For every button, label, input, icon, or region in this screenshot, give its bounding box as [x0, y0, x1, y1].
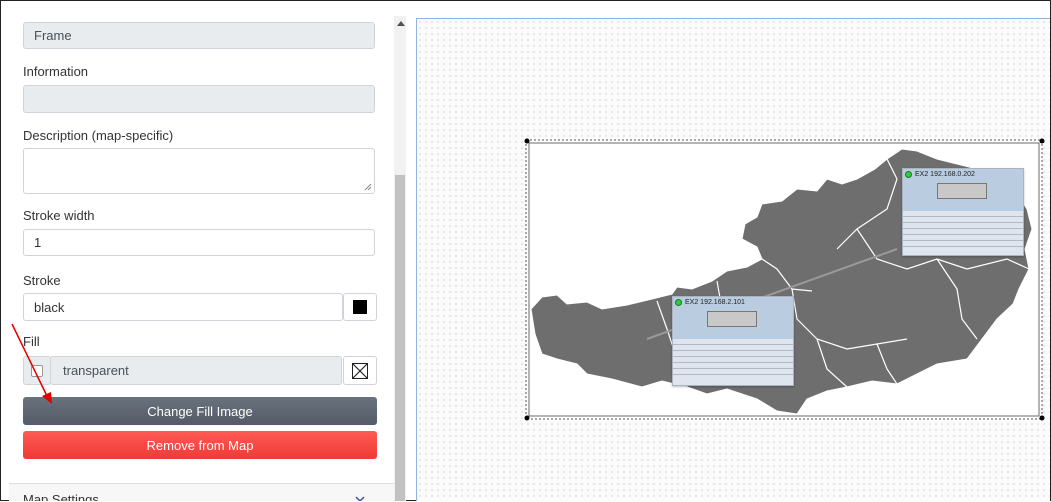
device-card-header: EX2 192.168.2.101	[673, 297, 793, 339]
stroke-value: black	[34, 299, 65, 315]
information-field	[23, 85, 375, 113]
stroke-width-input[interactable]: 1	[23, 229, 375, 256]
resize-grip-icon[interactable]	[364, 183, 372, 191]
resize-handle[interactable]	[1039, 415, 1045, 421]
device-port-table	[903, 211, 1023, 247]
map-settings-section[interactable]: Map Settings	[9, 484, 394, 501]
description-textarea[interactable]	[23, 148, 375, 194]
device-title: EX2 192.168.0.202	[915, 171, 975, 178]
fill-value: transparent	[63, 363, 129, 378]
map-canvas[interactable]: EX2 192.168.0.202 EX2 192.168.2.101	[416, 18, 1050, 501]
device-card-header: EX2 192.168.0.202	[903, 169, 1023, 211]
fill-color-swatch[interactable]	[343, 356, 377, 385]
status-online-icon	[905, 171, 912, 178]
scrollbar-thumb[interactable]	[395, 175, 405, 501]
austria-map-frame[interactable]	[417, 19, 1051, 502]
fill-input[interactable]: transparent	[50, 356, 342, 385]
remove-from-map-button[interactable]: Remove from Map	[23, 431, 377, 459]
device-card[interactable]: EX2 192.168.2.101	[672, 296, 794, 386]
frame-type-field: Frame	[23, 22, 375, 49]
device-icon	[707, 311, 757, 327]
stroke-width-label: Stroke width	[23, 208, 95, 223]
device-card[interactable]: EX2 192.168.0.202	[902, 168, 1024, 256]
description-label: Description (map-specific)	[23, 128, 174, 143]
transparent-swatch-icon	[352, 362, 368, 379]
black-swatch-icon	[353, 300, 367, 314]
chevron-down-icon[interactable]	[354, 494, 366, 501]
change-fill-image-button[interactable]: Change Fill Image	[23, 397, 377, 425]
stroke-width-value: 1	[34, 235, 42, 250]
information-label: Information	[23, 64, 89, 79]
frame-type-value: Frame	[34, 28, 72, 43]
device-title: EX2 192.168.2.101	[685, 299, 745, 306]
scroll-up-arrow-icon[interactable]	[396, 20, 406, 28]
device-icon	[937, 183, 987, 199]
red-arrow-annotation	[11, 323, 52, 404]
properties-panel: Frame Information Description (map-speci…	[9, 9, 394, 501]
stroke-input[interactable]: black	[23, 293, 343, 321]
resize-handle[interactable]	[524, 415, 530, 421]
resize-handle[interactable]	[1039, 138, 1045, 144]
stroke-label: Stroke	[23, 273, 61, 288]
resize-handle[interactable]	[524, 138, 530, 144]
status-online-icon	[675, 299, 682, 306]
stroke-color-swatch[interactable]	[343, 293, 377, 321]
device-port-table	[673, 339, 793, 375]
map-settings-label: Map Settings	[23, 492, 99, 501]
